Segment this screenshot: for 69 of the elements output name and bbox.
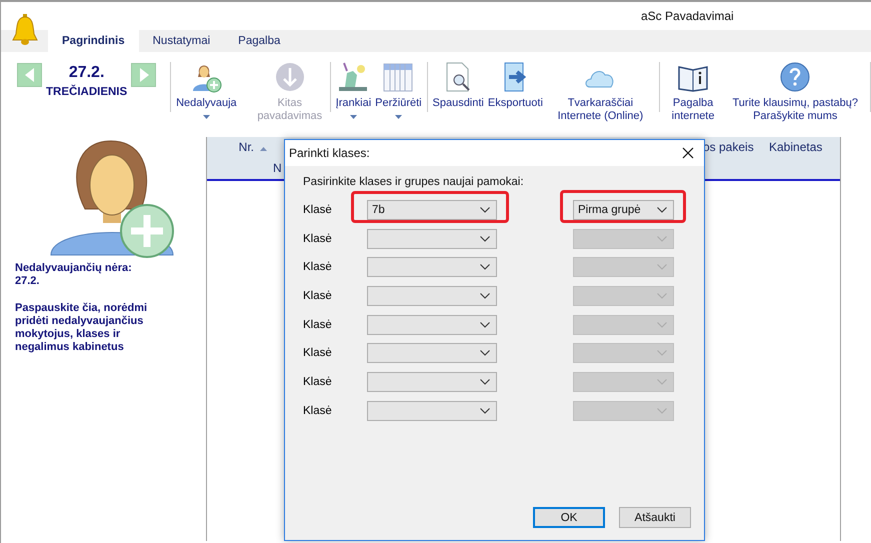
ribbon-tab[interactable]: Nustatymai: [138, 30, 224, 52]
class-label: Klasė: [303, 404, 333, 417]
ribbon-button[interactable]: Spausdinti: [432, 61, 484, 123]
ribbon-button[interactable]: Tvarkaraščiai Internete (Online): [546, 61, 654, 123]
class-dropdown[interactable]: 7b: [367, 200, 497, 220]
absence-status-text: Nedalyvaujančių nėra: 27.2.: [15, 262, 133, 288]
dialog-button[interactable]: OK: [533, 507, 605, 528]
weekday-label: TREČIADIENIS: [46, 86, 128, 98]
previous-day-button[interactable]: [17, 63, 42, 87]
tools-icon: [337, 61, 370, 93]
chevron-icon: [657, 236, 667, 242]
chevron-icon: [657, 207, 667, 213]
caret-icon: [202, 115, 210, 119]
ribbon-button[interactable]: Įrankiai: [336, 61, 372, 119]
dialog-title: Parinkti klases:: [289, 146, 370, 160]
class-dropdown[interactable]: [367, 257, 497, 278]
window-title: aSc Pavadavimai: [641, 9, 734, 23]
class-dropdown[interactable]: [367, 228, 497, 249]
column-header[interactable]: Kabinetas: [769, 137, 829, 179]
class-label: Klasė: [303, 376, 333, 388]
chevron-icon: [657, 379, 667, 386]
class-label: Klasė: [303, 261, 333, 274]
help-icon: [779, 61, 812, 93]
ribbon-tab[interactable]: Pagalba: [224, 30, 294, 52]
chevron-icon: [657, 408, 667, 414]
columns-icon: [382, 61, 414, 93]
chevron-icon: [480, 322, 490, 328]
add-absence-link[interactable]: Paspauskite čia, norėdmi pridėti nedalyvaujančius mokytojus, klases ir negalimus kabinetus: [15, 302, 155, 354]
dialog-prompt: Pasirinkite klases ir grupes naujai pamokai:: [303, 176, 525, 188]
ribbon-button[interactable]: Turite klausimų, pastabų? Parašykite mums: [725, 61, 866, 123]
date-label: 27.2.: [68, 64, 104, 82]
chevron-icon: [480, 350, 490, 356]
ribbon-button[interactable]: Eksportuoti: [488, 61, 543, 123]
chevron-icon: [657, 293, 667, 300]
ribbon-button[interactable]: Nedalyvauja: [176, 61, 237, 123]
left-arrow-icon: [24, 68, 34, 82]
dialog-button[interactable]: Atšaukti: [619, 507, 691, 528]
class-label: Klasė: [303, 318, 333, 331]
class-label: Klasė: [303, 347, 333, 360]
class-dropdown[interactable]: [367, 343, 497, 364]
ribbon-button[interactable]: Peržiūrėti: [375, 61, 422, 119]
chevron-icon: [657, 322, 667, 328]
chevron-icon: [480, 408, 490, 414]
class-label: Klasė: [303, 204, 333, 216]
chevron-icon: [657, 264, 667, 270]
class-label: Klasė: [303, 290, 333, 302]
sort-ascending-icon: [260, 147, 267, 151]
class-label: Klasė: [303, 232, 333, 245]
ribbon-button[interactable]: Pagalba internete: [664, 61, 722, 123]
class-dropdown[interactable]: [367, 372, 497, 392]
chevron-icon: [480, 236, 490, 242]
bell-icon: [11, 14, 39, 46]
next-day-button[interactable]: [131, 63, 156, 87]
person-add-icon[interactable]: [49, 139, 177, 259]
column-header[interactable]: Nr.: [207, 137, 273, 179]
group-dropdown[interactable]: Pirma grupė: [573, 200, 674, 220]
caret-icon: [350, 115, 357, 119]
caret-icon: [394, 115, 402, 119]
class-dropdown[interactable]: [367, 286, 497, 306]
class-dropdown[interactable]: [367, 400, 497, 421]
chevron-icon: [480, 207, 490, 213]
right-arrow-icon: [138, 68, 149, 82]
chevron-icon: [480, 293, 490, 300]
chevron-icon: [480, 379, 490, 386]
close-icon[interactable]: [682, 147, 694, 159]
chevron-icon: [480, 264, 490, 270]
chevron-icon: [657, 350, 667, 356]
ribbon-tab[interactable]: Pagrindinis: [48, 30, 139, 52]
class-dropdown[interactable]: [367, 314, 497, 335]
